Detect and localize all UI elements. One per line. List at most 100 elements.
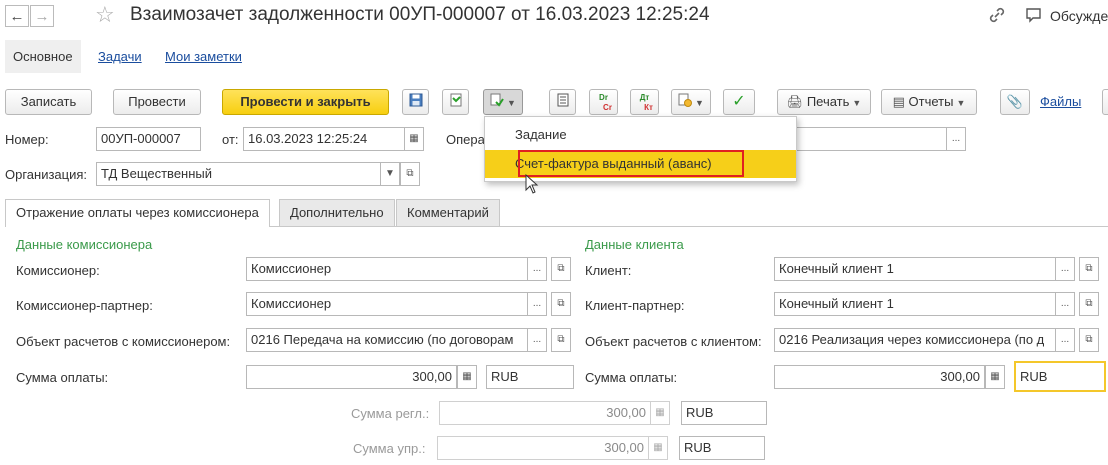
client-calculator-button[interactable]: ▦ (985, 365, 1005, 389)
date-label: от: (222, 132, 239, 147)
client-object-open-button[interactable]: ⧉ (1079, 328, 1099, 352)
open-icon: ⧉ (557, 298, 565, 309)
upr-sum-field: 300,00 (437, 436, 649, 460)
org-field[interactable]: ТД Вещественный (96, 162, 381, 186)
upr-calculator-button: ▦ (648, 436, 668, 460)
more-button[interactable] (1102, 89, 1108, 115)
dr-cr-button[interactable]: Dr Cr (589, 89, 618, 115)
commissioner-calculator-button[interactable]: ▦ (457, 365, 477, 389)
commissioner-sum-label: Сумма оплаты: (16, 370, 109, 385)
dr-cr-icon-bottom: Cr (603, 103, 612, 112)
operation-field[interactable] (797, 127, 947, 151)
print-button[interactable]: 🖨 Печать ▼ (777, 89, 871, 115)
mouse-cursor-icon (525, 173, 539, 197)
org-open-button[interactable]: ⧉ (400, 162, 420, 186)
files-link[interactable]: Файлы (1040, 94, 1081, 109)
client-object-select-button[interactable]: ... (1055, 328, 1075, 352)
client-partner-field[interactable]: Конечный клиент 1 (774, 292, 1056, 316)
commissioner-object-label: Объект расчетов с комиссионером: (16, 334, 231, 349)
chevron-down-icon: ▼ (956, 97, 966, 108)
client-field[interactable]: Конечный клиент 1 (774, 257, 1056, 281)
date-field[interactable]: 16.03.2023 12:25:24 (243, 127, 405, 151)
chevron-down-icon: ▼ (695, 97, 704, 108)
journal-button[interactable] (549, 89, 576, 115)
arrow-right-icon: → (34, 8, 50, 25)
tab-commission-payment[interactable]: Отражение оплаты через комиссионера (5, 199, 270, 227)
dt-kt-icon: Дт (639, 93, 650, 102)
client-group-title: Данные клиента (585, 237, 684, 252)
document-structure-icon (449, 91, 463, 115)
client-currency-field[interactable]: RUB (1014, 361, 1106, 392)
open-icon: ⧉ (1085, 263, 1093, 274)
discuss-link[interactable]: Обсуждение (1050, 8, 1108, 24)
commissioner-open-button[interactable]: ⧉ (551, 257, 571, 281)
operation-select-button[interactable]: ... (946, 127, 966, 151)
calendar-button[interactable]: ▦ (404, 127, 424, 151)
open-icon: ⧉ (406, 168, 414, 179)
client-object-field[interactable]: 0216 Реализация через комиссионера (по д (774, 328, 1056, 352)
client-partner-select-button[interactable]: ... (1055, 292, 1075, 316)
calendar-icon: ▦ (409, 133, 419, 144)
create-based-on-button[interactable]: ▼ (483, 89, 523, 115)
commissioner-object-open-button[interactable]: ⧉ (551, 328, 571, 352)
section-main[interactable]: Основное (5, 40, 81, 73)
attach-button[interactable]: 📎 (1000, 89, 1030, 115)
client-sum-label: Сумма оплаты: (585, 370, 678, 385)
section-notes[interactable]: Мои заметки (165, 40, 242, 73)
paperclip-icon: 📎 (1006, 94, 1024, 109)
printer-icon: 🖨 (786, 94, 804, 109)
client-sum-field[interactable]: 300,00 (774, 365, 985, 389)
report-icon: ▤ (892, 94, 905, 109)
client-select-button[interactable]: ... (1055, 257, 1075, 281)
checkmark-icon: ✓ (732, 93, 746, 110)
create-based-on-icon (490, 91, 504, 115)
reports-label: Отчеты (908, 94, 954, 109)
commissioner-label: Комиссионер: (16, 263, 100, 278)
section-tasks[interactable]: Задачи (98, 40, 142, 73)
dt-kt-button[interactable]: Дт Кт (630, 89, 659, 115)
client-partner-open-button[interactable]: ⧉ (1079, 292, 1099, 316)
tab-comment[interactable]: Комментарий (396, 199, 500, 226)
commissioner-sum-field[interactable]: 300,00 (246, 365, 457, 389)
floppy-button[interactable] (402, 89, 429, 115)
commissioner-partner-field[interactable]: Комиссионер (246, 292, 528, 316)
reports-button[interactable]: ▤ Отчеты ▼ (881, 89, 977, 115)
calculator-icon: ▦ (990, 371, 1000, 382)
tab-additional[interactable]: Дополнительно (279, 199, 395, 226)
check-button[interactable]: ✓ (723, 89, 755, 115)
dt-kt-icon-bottom: Кт (644, 103, 653, 112)
chevron-down-icon: ▼ (507, 97, 516, 108)
operation-label: Опера (446, 132, 485, 147)
chevron-down-icon: ▼ (385, 168, 395, 179)
commissioner-field[interactable]: Комиссионер (246, 257, 528, 281)
commissioner-select-button[interactable]: ... (527, 257, 547, 281)
client-open-button[interactable]: ⧉ (1079, 257, 1099, 281)
star-icon[interactable]: ☆ (95, 2, 115, 28)
chat-icon[interactable] (1025, 6, 1043, 28)
back-button[interactable]: ← (5, 5, 29, 27)
commissioner-object-field[interactable]: 0216 Передача на комиссию (по договорам (246, 328, 528, 352)
open-icon: ⧉ (557, 334, 565, 345)
upr-currency-field[interactable]: RUB (679, 436, 765, 460)
client-label: Клиент: (585, 263, 632, 278)
floppy-icon (409, 91, 423, 115)
post-button[interactable]: Провести (113, 89, 201, 115)
journal-icon (557, 91, 569, 115)
related-docs-button[interactable]: ▼ (671, 89, 711, 115)
number-field[interactable]: 00УП-000007 (96, 127, 201, 151)
save-button[interactable]: Записать (5, 89, 92, 115)
org-dropdown-button[interactable]: ▼ (380, 162, 400, 186)
commissioner-object-select-button[interactable]: ... (527, 328, 547, 352)
structure-button[interactable] (442, 89, 469, 115)
link-icon[interactable] (988, 6, 1006, 28)
menu-item-task[interactable]: Задание (485, 121, 796, 149)
post-close-button[interactable]: Провести и закрыть (222, 89, 389, 115)
chevron-down-icon: ▼ (852, 97, 862, 108)
page-title: Взаимозачет задолженности 00УП-000007 от… (130, 4, 710, 25)
regl-currency-field[interactable]: RUB (681, 401, 767, 425)
commissioner-currency-field[interactable]: RUB (486, 365, 574, 389)
client-object-label: Объект расчетов с клиентом: (585, 334, 762, 349)
forward-button[interactable]: → (30, 5, 54, 27)
commissioner-partner-select-button[interactable]: ... (527, 292, 547, 316)
commissioner-partner-open-button[interactable]: ⧉ (551, 292, 571, 316)
